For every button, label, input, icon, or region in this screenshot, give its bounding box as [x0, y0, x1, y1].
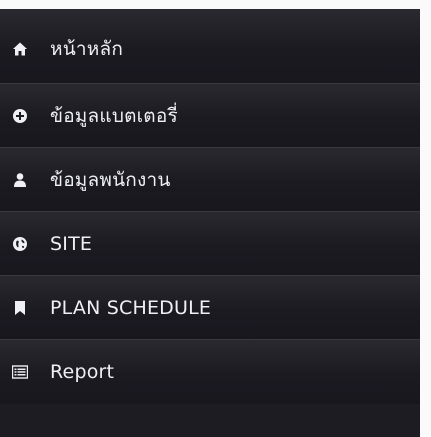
menu-item-home[interactable]: หน้าหลัก [0, 9, 420, 84]
plus-circle-icon [12, 108, 28, 124]
menu-item-label: ข้อมูลพนักงาน [50, 168, 171, 191]
menu-item-plan-schedule[interactable]: PLAN SCHEDULE [0, 276, 420, 340]
bookmark-icon [12, 300, 28, 316]
menu-item-employee-info[interactable]: ข้อมูลพนักงาน [0, 148, 420, 212]
menu-item-label: หน้าหลัก [50, 38, 124, 60]
menu-item-report[interactable]: Report [0, 340, 420, 404]
menu-item-battery-info[interactable]: ข้อมูลแบตเตอรี่ [0, 84, 420, 148]
list-icon [12, 364, 28, 380]
menu-item-site[interactable]: SITE [0, 212, 420, 276]
sidebar-menu: หน้าหลัก ข้อมูลแบตเตอรี่ ข้อมูลพนักงาน S… [0, 9, 420, 437]
menu-item-label: SITE [50, 232, 93, 255]
globe-icon [12, 236, 28, 252]
menu-item-label: Report [50, 361, 115, 383]
menu-item-label: PLAN SCHEDULE [50, 296, 212, 319]
user-icon [12, 172, 28, 188]
home-icon [12, 41, 28, 57]
menu-item-label: ข้อมูลแบตเตอรี่ [50, 104, 178, 127]
